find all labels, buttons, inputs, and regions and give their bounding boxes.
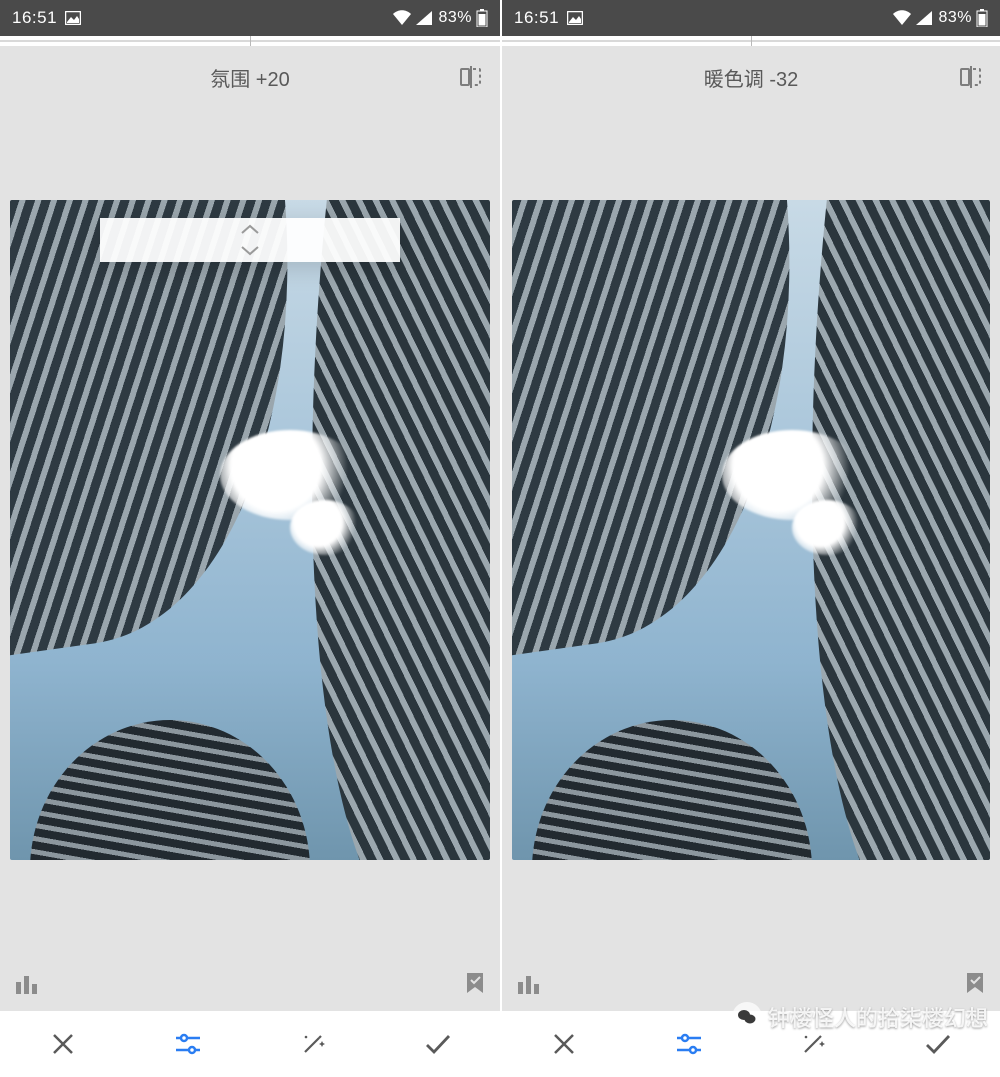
photo-shape: [290, 500, 360, 555]
cellular-icon: [416, 11, 432, 25]
photo-preview[interactable]: [512, 200, 990, 860]
chevron-up-icon[interactable]: [100, 218, 400, 240]
photo-shape: [532, 720, 812, 860]
adjust-button[interactable]: [160, 1016, 216, 1072]
cancel-button[interactable]: [35, 1016, 91, 1072]
bottom-bar: [502, 1011, 1000, 1077]
slider-center-tick: [250, 36, 251, 46]
adjust-button[interactable]: [661, 1016, 717, 1072]
wifi-icon: [392, 10, 412, 26]
status-bar: 16:51 83%: [502, 0, 1000, 36]
image-area[interactable]: [0, 108, 500, 955]
chevron-down-icon[interactable]: [100, 240, 400, 262]
status-time: 16:51: [514, 8, 559, 28]
magic-button[interactable]: [785, 1016, 841, 1072]
battery-icon: [476, 9, 488, 27]
image-icon: [65, 11, 81, 25]
histogram-icon[interactable]: [14, 972, 40, 994]
photo-shape: [30, 720, 310, 860]
battery-percent: 83%: [938, 9, 972, 27]
apply-button[interactable]: [910, 1016, 966, 1072]
compare-button[interactable]: [958, 46, 984, 108]
apply-button[interactable]: [410, 1016, 466, 1072]
bottom-bar: [0, 1011, 500, 1077]
bookmark-icon[interactable]: [964, 971, 986, 995]
histogram-icon[interactable]: [516, 972, 542, 994]
slider-center-tick: [751, 36, 752, 46]
status-time: 16:51: [12, 8, 57, 28]
screen-right: 16:51 83% 暖色调 -32: [500, 0, 1000, 1077]
title-row: 氛围 +20: [0, 46, 500, 108]
lower-strip: [502, 955, 1000, 1011]
status-bar: 16:51 83%: [0, 0, 500, 36]
lower-strip: [0, 955, 500, 1011]
current-adjustment-title: 暖色调 -32: [502, 63, 1000, 92]
cellular-icon: [916, 11, 932, 25]
bookmark-icon[interactable]: [464, 971, 486, 995]
battery-icon: [976, 9, 988, 27]
value-slider[interactable]: [0, 36, 500, 46]
photo-shape: [792, 500, 862, 555]
compare-button[interactable]: [458, 46, 484, 108]
title-row: 暖色调 -32: [502, 46, 1000, 108]
adjustments-panel[interactable]: [100, 218, 400, 262]
current-adjustment-title: 氛围 +20: [0, 63, 500, 92]
wifi-icon: [892, 10, 912, 26]
magic-button[interactable]: [285, 1016, 341, 1072]
cancel-button[interactable]: [536, 1016, 592, 1072]
image-icon: [567, 11, 583, 25]
image-area[interactable]: [502, 108, 1000, 955]
photo-preview[interactable]: [10, 200, 490, 860]
screen-left: 16:51 83% 氛围 +20: [0, 0, 500, 1077]
value-slider[interactable]: [502, 36, 1000, 46]
battery-percent: 83%: [438, 9, 472, 27]
